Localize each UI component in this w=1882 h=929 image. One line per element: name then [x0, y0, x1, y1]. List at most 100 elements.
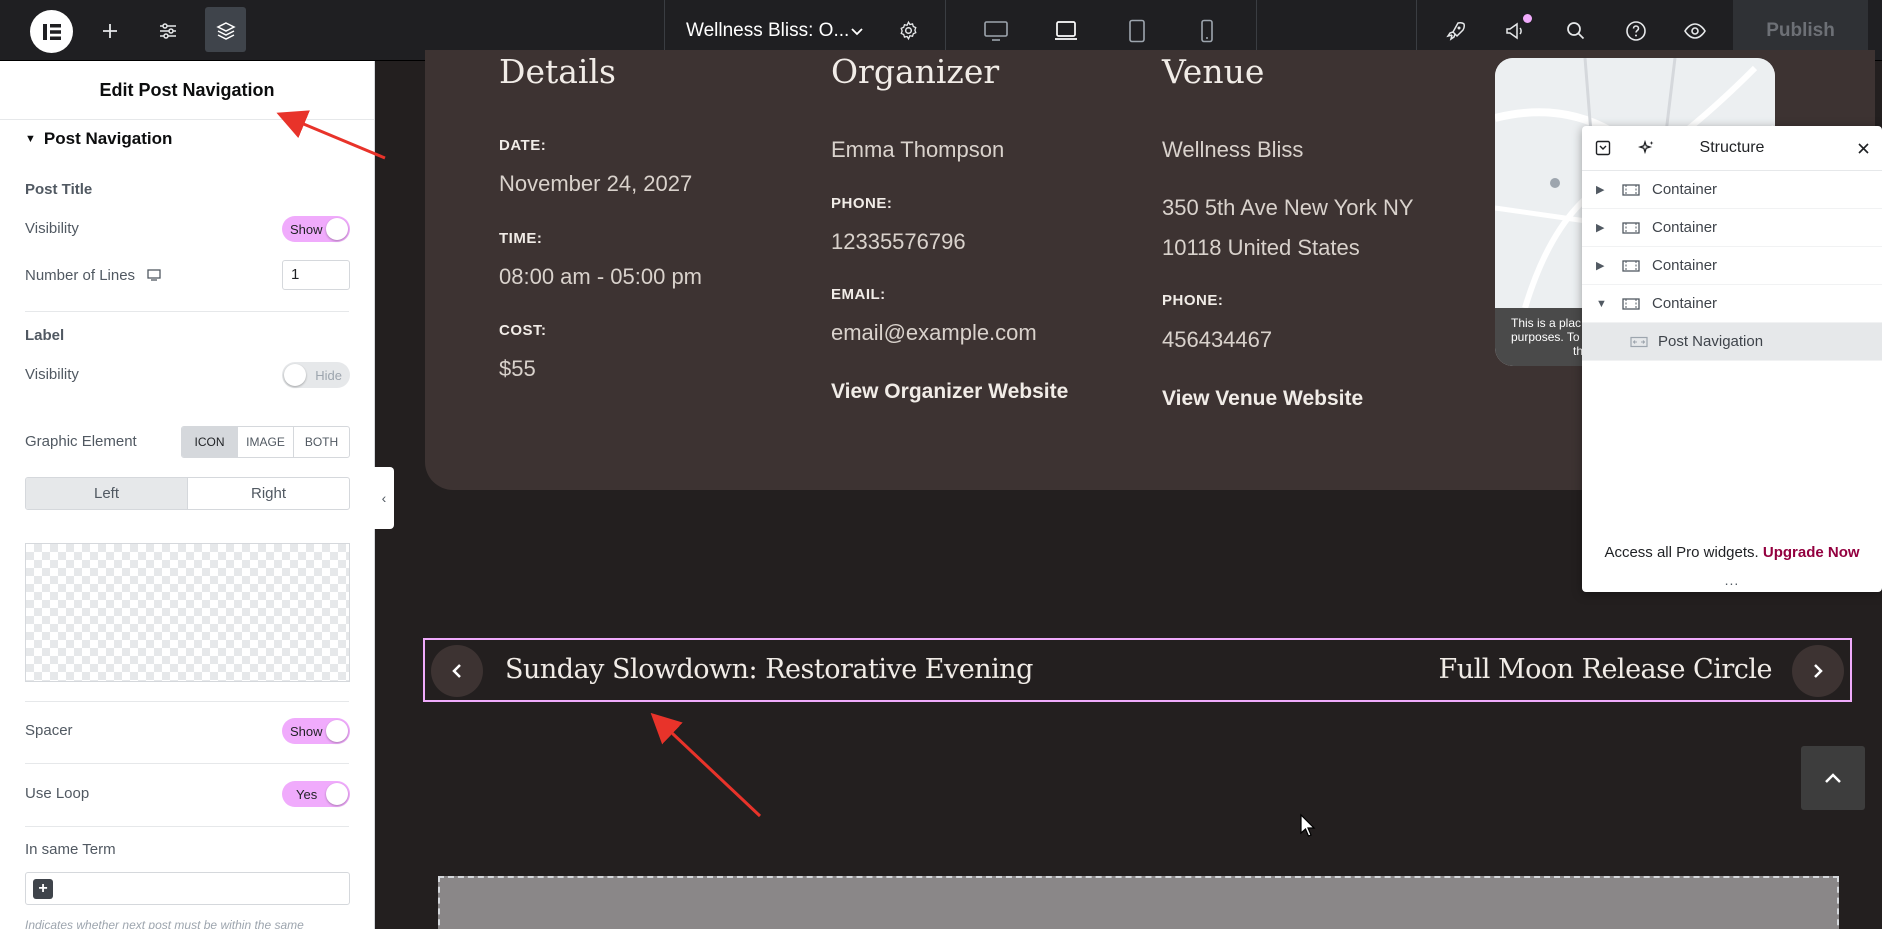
- document-title[interactable]: Wellness Bliss: O...: [686, 20, 849, 42]
- venue-website-link[interactable]: View Venue Website: [1162, 387, 1363, 411]
- caret-right-icon[interactable]: ▶: [1596, 183, 1610, 196]
- structure-item-label: Post Navigation: [1658, 333, 1764, 350]
- date-label: DATE:: [499, 137, 547, 154]
- spacer-label: Spacer: [25, 722, 73, 739]
- container-icon: [1622, 221, 1640, 234]
- position-choice: Left Right: [25, 477, 350, 510]
- graphic-element-label: Graphic Element: [25, 433, 137, 450]
- structure-title: Structure: [1699, 139, 1765, 156]
- site-settings-button[interactable]: [150, 0, 186, 61]
- organizer-phone-value: 12335576796: [831, 229, 966, 254]
- structure-item-label: Container: [1652, 181, 1718, 198]
- post-title-visibility-toggle[interactable]: Show: [282, 216, 350, 242]
- caret-down-icon: ▼: [25, 133, 36, 145]
- rocket-icon: [1446, 21, 1465, 41]
- caret-right-icon[interactable]: ▶: [1596, 221, 1610, 234]
- structure-item-container[interactable]: ▶ Container: [1582, 171, 1882, 209]
- collapse-panel-button[interactable]: ‹: [374, 467, 394, 529]
- venue-address-line1: 350 5th Ave New York NY: [1162, 195, 1414, 220]
- caret-down-icon[interactable]: ▼: [1596, 298, 1610, 310]
- structure-item-post-navigation[interactable]: Post Navigation: [1582, 323, 1882, 361]
- position-right-option[interactable]: Right: [188, 478, 349, 509]
- gear-icon: [899, 20, 917, 41]
- time-value: 08:00 am - 05:00 pm: [499, 264, 703, 289]
- chevron-up-icon: [1825, 773, 1841, 783]
- resize-handle[interactable]: ...: [1582, 572, 1882, 588]
- venue-title: Venue: [1162, 52, 1265, 91]
- use-loop-label: Use Loop: [25, 785, 90, 802]
- venue-address-line2: 10118 United States: [1162, 235, 1360, 260]
- chevron-right-icon: [1814, 664, 1823, 678]
- promo-text: Access all Pro widgets.: [1604, 544, 1759, 561]
- laptop-icon: [1055, 20, 1077, 40]
- editor-panel: Edit Post Navigation ▼ Post Navigation P…: [0, 61, 375, 929]
- divider: [25, 763, 349, 764]
- cost-label: COST:: [499, 322, 547, 339]
- date-value: November 24, 2027: [499, 171, 693, 196]
- post-navigation-widget[interactable]: Sunday Slowdown: Restorative Evening Ful…: [423, 638, 1852, 702]
- number-of-lines-label: Number of Lines: [25, 267, 161, 284]
- megaphone-icon: [1506, 22, 1522, 39]
- graphic-image-option[interactable]: IMAGE: [238, 427, 294, 457]
- organizer-phone-label: PHONE:: [831, 195, 893, 212]
- structure-item-label: Container: [1652, 219, 1718, 236]
- scroll-to-top-button[interactable]: [1801, 746, 1865, 810]
- desktop-icon: [984, 20, 1008, 41]
- prev-post-title[interactable]: Sunday Slowdown: Restorative Evening: [505, 654, 1033, 685]
- cost-value: $55: [499, 356, 536, 381]
- venue-name: Wellness Bliss: [1162, 137, 1304, 162]
- label-visibility-toggle[interactable]: Hide: [282, 362, 350, 388]
- structure-item-container[interactable]: ▼ Container: [1582, 285, 1882, 323]
- label-visibility-label: Visibility: [25, 366, 79, 383]
- spacer-toggle[interactable]: Show: [282, 718, 350, 744]
- caret-right-icon[interactable]: ▶: [1596, 259, 1610, 272]
- graphic-both-option[interactable]: BOTH: [294, 427, 349, 457]
- next-arrow-button[interactable]: [1792, 645, 1844, 697]
- plus-icon: [103, 23, 117, 38]
- image-preview-placeholder[interactable]: [25, 543, 350, 682]
- structure-item-container[interactable]: ▶ Container: [1582, 247, 1882, 285]
- chevron-left-icon: ‹: [381, 490, 387, 506]
- divider: [25, 826, 349, 827]
- details-title: Details: [499, 52, 616, 91]
- same-term-hint: Indicates whether next post must be with…: [25, 918, 304, 929]
- post-title-visibility-label: Visibility: [25, 220, 79, 237]
- label-heading: Label: [25, 327, 65, 344]
- container-icon: [1622, 297, 1640, 310]
- divider: [25, 311, 349, 312]
- use-loop-toggle[interactable]: Yes: [282, 781, 350, 807]
- desktop-icon: [147, 269, 161, 281]
- venue-phone-label: PHONE:: [1162, 292, 1224, 309]
- notification-dot: [1523, 14, 1532, 23]
- prev-arrow-button[interactable]: [431, 645, 483, 697]
- structure-item-container[interactable]: ▶ Container: [1582, 209, 1882, 247]
- chevron-left-icon: [452, 664, 461, 678]
- eye-icon: [1684, 22, 1706, 39]
- organizer-email-label: EMAIL:: [831, 286, 886, 303]
- add-element-button[interactable]: [92, 0, 128, 61]
- container-icon: [1622, 183, 1640, 196]
- number-of-lines-input[interactable]: 1: [282, 260, 350, 290]
- annotation-arrow: [650, 712, 762, 818]
- same-term-select[interactable]: +: [25, 872, 350, 905]
- elementor-logo[interactable]: [30, 10, 73, 53]
- toggle-text: Yes: [296, 786, 318, 802]
- toggle-text: Show: [290, 723, 323, 739]
- plus-icon[interactable]: +: [33, 879, 53, 899]
- structure-item-label: Container: [1652, 295, 1718, 312]
- help-icon: [1626, 20, 1646, 41]
- section-header-post-navigation[interactable]: ▼ Post Navigation: [25, 129, 172, 149]
- organizer-website-link[interactable]: View Organizer Website: [831, 380, 1068, 404]
- close-icon[interactable]: [1857, 142, 1870, 155]
- layers-icon: [205, 0, 246, 61]
- position-left-option[interactable]: Left: [26, 478, 188, 509]
- mouse-cursor-icon: [1300, 813, 1316, 837]
- empty-container-dropzone[interactable]: [438, 876, 1839, 929]
- graphic-icon-option[interactable]: ICON: [182, 427, 238, 457]
- upgrade-now-link[interactable]: Upgrade Now: [1763, 544, 1860, 561]
- mobile-icon: [1201, 19, 1213, 42]
- same-term-label: In same Term: [25, 841, 116, 858]
- next-post-title[interactable]: Full Moon Release Circle: [1439, 654, 1773, 685]
- upgrade-promo: Access all Pro widgets. Upgrade Now: [1582, 544, 1882, 561]
- container-icon: [1622, 259, 1640, 272]
